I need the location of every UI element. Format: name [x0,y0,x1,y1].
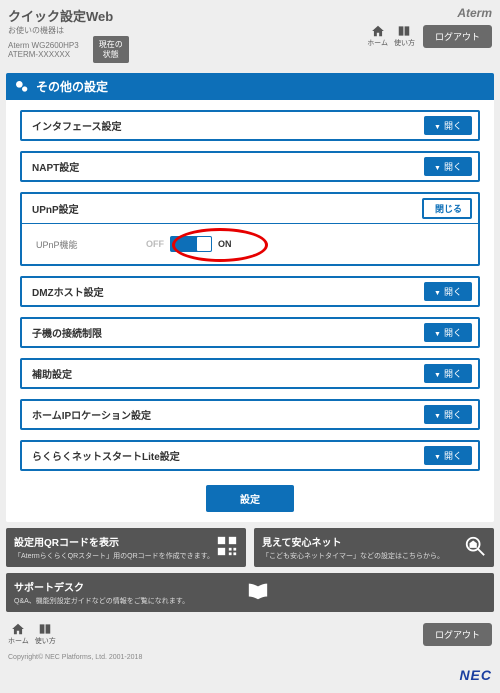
chevron-down-icon [434,410,441,420]
book-icon [38,622,52,636]
upnp-toggle[interactable] [170,236,212,252]
magnifier-home-icon [464,535,486,560]
open-button[interactable]: 開く [424,157,472,176]
app-title: クイック設定Web [8,6,367,25]
header: クイック設定Web お使いの機器は Aterm WG2600HP3 ATERM-… [0,0,500,67]
close-button[interactable]: 閉じる [422,198,472,219]
row-label: インタフェース設定 [32,118,122,133]
footer-logout-button[interactable]: ログアウト [423,623,492,646]
settings-panel: その他の設定 インタフェース設定 開く NAPT設定 開く UPnP設定 閉じる… [6,73,494,522]
book-icon [397,24,411,38]
chevron-down-icon [434,451,441,461]
apply-settings-button[interactable]: 設定 [206,485,294,512]
row-napt[interactable]: NAPT設定 開く [20,151,480,182]
copyright: Copyright© NEC Platforms, Ltd. 2001-2018 [8,654,492,661]
qr-icon [216,535,238,560]
chevron-down-icon [434,162,441,172]
chevron-down-icon [434,287,441,297]
device-id: ATERM-XXXXXX [8,50,79,59]
home-icon [11,622,25,636]
card-sub: Q&A、機能別設定ガイドなどの情報をご覧になれます。 [14,596,247,606]
footer: ホーム 使い方 ログアウト Copyright© NEC Platforms, … [0,618,500,693]
row-label: らくらくネットスタートLite設定 [32,448,180,463]
toggle-off-label: OFF [146,239,164,249]
row-child-limit[interactable]: 子機の接続制限 開く [20,317,480,348]
panel-title: その他の設定 [36,78,108,95]
open-button[interactable]: 開く [424,323,472,342]
device-model: Aterm WG2600HP3 [8,41,79,50]
row-home-ip-location[interactable]: ホームIPロケーション設定 開く [20,399,480,430]
open-button[interactable]: 開く [424,446,472,465]
card-qr[interactable]: 設定用QRコードを表示 「AtermらくらくQRスタート」用のQRコードを作成で… [6,528,246,567]
upnp-function-label: UPnP機能 [36,238,146,251]
card-title: サポートデスク [14,579,247,594]
open-button[interactable]: 開く [424,282,472,301]
home-icon [371,24,385,38]
row-rakuraku-netstart[interactable]: らくらくネットスタートLite設定 開く [20,440,480,471]
open-button[interactable]: 開く [424,116,472,135]
chevron-down-icon [434,328,441,338]
nav-howto[interactable]: 使い方 [394,24,415,48]
brand-logo: Aterm [457,6,492,20]
card-title: 見えて安心ネット [262,534,464,549]
toggle-on-label: ON [218,239,232,249]
nav-home[interactable]: ホーム [367,24,388,48]
chevron-down-icon [434,121,441,131]
row-dmz[interactable]: DMZホスト設定 開く [20,276,480,307]
open-button[interactable]: 開く [424,405,472,424]
device-prefix: お使いの機器は [8,25,367,36]
row-label: 補助設定 [32,366,72,381]
logout-button[interactable]: ログアウト [423,25,492,48]
current-status-button[interactable]: 現在の 状態 [93,36,129,63]
card-title: 設定用QRコードを表示 [14,534,216,549]
card-safety-net[interactable]: 見えて安心ネット 「こども安心ネットタイマー」などの設定はこちらから。 [254,528,494,567]
row-label: NAPT設定 [32,159,79,174]
row-label: 子機の接続制限 [32,325,102,340]
open-button[interactable]: 開く [424,364,472,383]
card-sub: 「こども安心ネットタイマー」などの設定はこちらから。 [262,551,464,561]
footer-nav-howto[interactable]: 使い方 [35,622,56,646]
footer-nav-home[interactable]: ホーム [8,622,29,646]
row-assist[interactable]: 補助設定 開く [20,358,480,389]
row-upnp-expanded: UPnP設定 閉じる UPnP機能 OFF ON [20,192,480,266]
card-sub: 「AtermらくらくQRスタート」用のQRコードを作成できます。 [14,551,216,561]
nec-logo: NEC [8,667,492,683]
row-label: UPnP設定 [32,201,79,216]
row-interface[interactable]: インタフェース設定 開く [20,110,480,141]
card-support-desk[interactable]: サポートデスク Q&A、機能別設定ガイドなどの情報をご覧になれます。 [6,573,494,612]
open-book-icon [247,580,269,605]
gears-icon [14,79,30,95]
panel-header: その他の設定 [6,73,494,100]
chevron-down-icon [434,369,441,379]
row-label: DMZホスト設定 [32,284,104,299]
row-label: ホームIPロケーション設定 [32,407,151,422]
